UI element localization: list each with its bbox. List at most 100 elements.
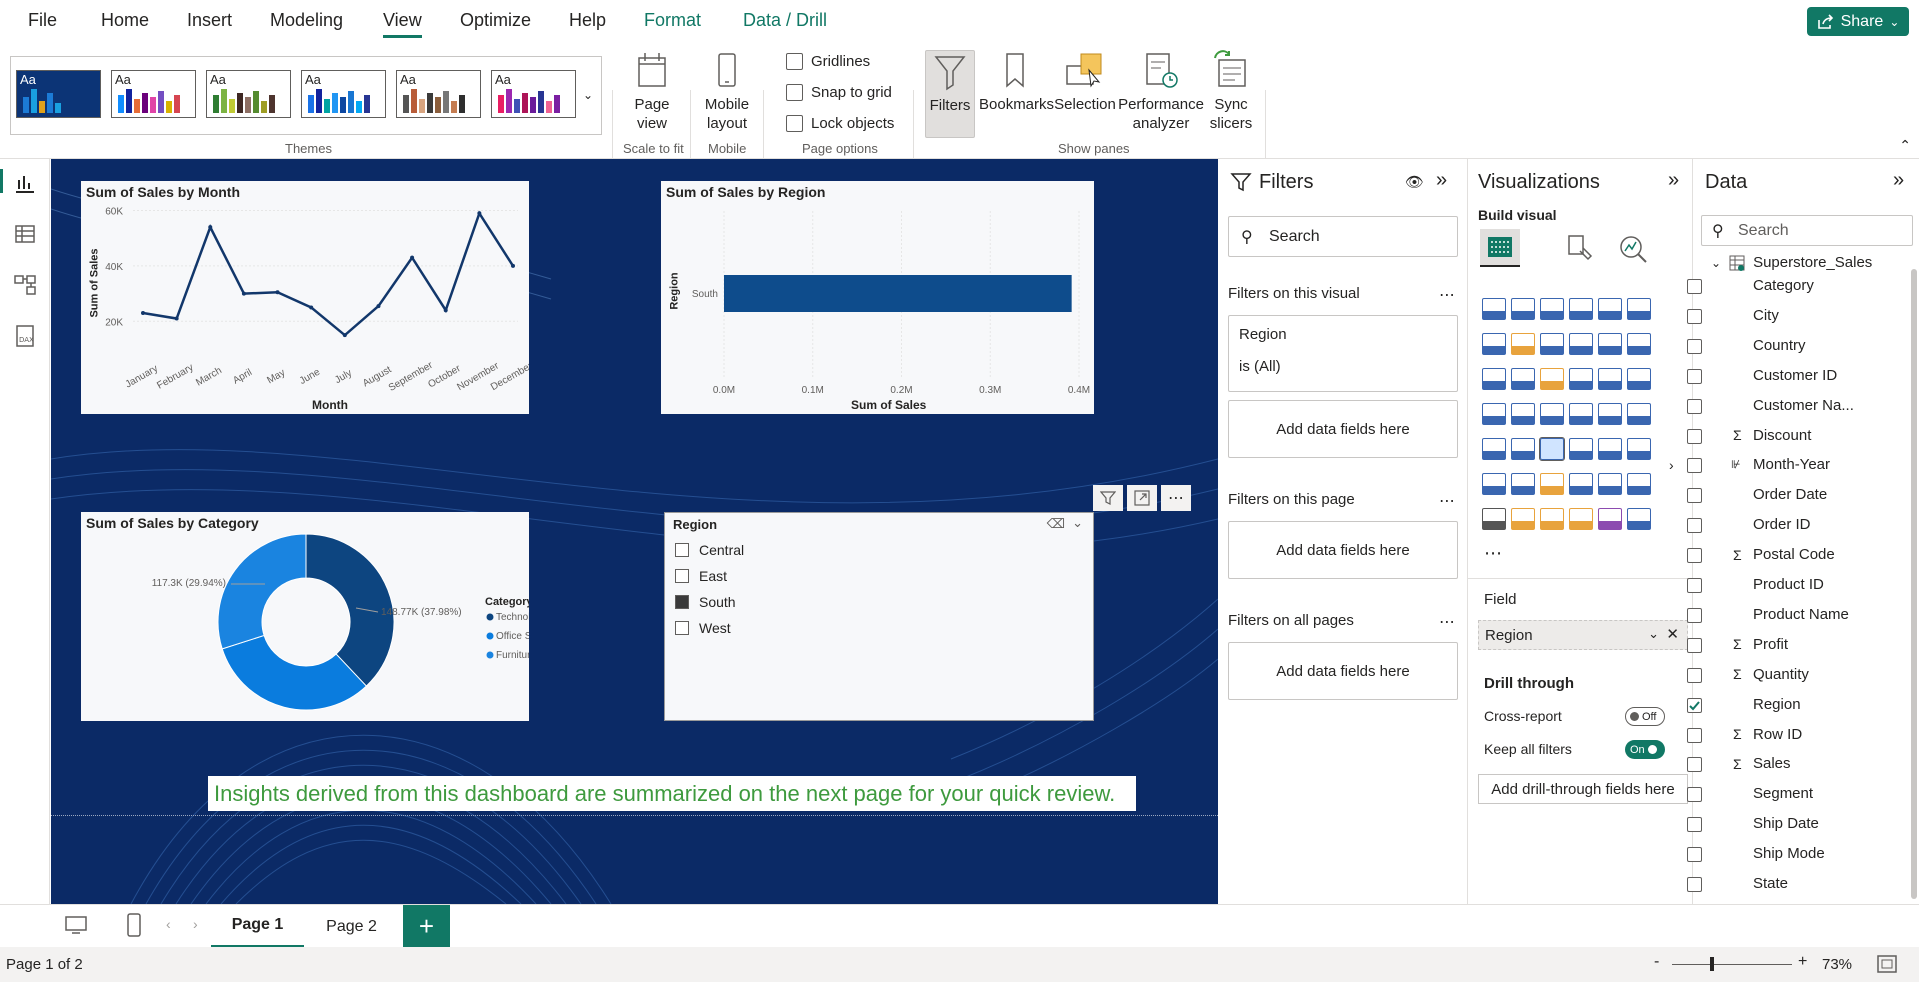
slicer-checkbox[interactable]: [675, 543, 689, 557]
region-slicer-visual[interactable]: Region ⌫ ⌄ Central East South West: [664, 512, 1094, 721]
visual-type-icon[interactable]: [1598, 298, 1622, 320]
zoom-slider-handle[interactable]: [1710, 957, 1714, 971]
data-search-input[interactable]: Search ⚲: [1701, 215, 1913, 246]
field-checkbox[interactable]: [1687, 637, 1702, 653]
field-checkbox[interactable]: [1687, 787, 1702, 803]
field-checkbox[interactable]: [1687, 817, 1702, 833]
field-checkbox[interactable]: [1687, 368, 1702, 384]
field-checkbox[interactable]: [1687, 578, 1702, 593]
more-options-icon[interactable]: ⋯: [1439, 285, 1455, 305]
model-view-icon[interactable]: [13, 273, 37, 297]
scrollbar[interactable]: [1911, 269, 1917, 899]
gridlines-option[interactable]: Gridlines: [786, 53, 870, 70]
page-tab-1[interactable]: Page 1: [211, 905, 304, 948]
line-point[interactable]: [208, 225, 213, 230]
visual-type-icon[interactable]: [1598, 333, 1622, 355]
field-item[interactable]: Σ Postal Code: [1687, 546, 1835, 564]
menu-help[interactable]: Help: [569, 10, 606, 31]
lock-checkbox[interactable]: [786, 115, 803, 132]
field-checkbox[interactable]: [1687, 847, 1702, 863]
legend-item[interactable]: Office Supplies: [496, 631, 529, 642]
menu-data-drill[interactable]: Data / Drill: [743, 10, 827, 31]
visual-type-icon[interactable]: [1511, 368, 1535, 390]
donut-slice-furniture[interactable]: [217, 533, 307, 650]
line-point[interactable]: [174, 316, 179, 321]
slicer-option[interactable]: East: [675, 563, 744, 589]
visual-type-icon[interactable]: [1569, 368, 1593, 390]
bar-chart-visual[interactable]: Sum of Sales by Region 0.0M 0.1M 0.2M 0.3M 0…: [661, 181, 1094, 414]
field-checkbox[interactable]: [1687, 338, 1702, 354]
collapse-pane-icon[interactable]: »: [1436, 169, 1447, 192]
line-point[interactable]: [410, 255, 415, 260]
legend-item[interactable]: Technology: [496, 612, 529, 623]
visual-type-icon[interactable]: [1511, 508, 1535, 530]
field-item[interactable]: Region: [1687, 696, 1801, 713]
menu-optimize[interactable]: Optimize: [460, 10, 531, 31]
menu-modeling[interactable]: Modeling: [270, 10, 343, 31]
line-point[interactable]: [511, 263, 515, 268]
field-item[interactable]: Segment: [1687, 785, 1813, 803]
add-fields-page-dropzone[interactable]: Add data fields here: [1228, 521, 1458, 579]
field-item[interactable]: Σ Quantity: [1687, 666, 1809, 683]
visual-type-icon[interactable]: [1569, 438, 1593, 460]
remove-field-icon[interactable]: ✕: [1666, 625, 1679, 643]
visual-type-icon[interactable]: [1569, 508, 1593, 530]
mobile-layout-button[interactable]: Mobile layout: [699, 52, 755, 133]
field-item[interactable]: City: [1687, 307, 1779, 324]
line-point[interactable]: [141, 311, 145, 315]
page-view-button[interactable]: Page view: [624, 52, 680, 133]
field-checkbox[interactable]: [1687, 428, 1702, 444]
collapse-ribbon-icon[interactable]: ⌃: [1899, 137, 1911, 154]
menu-insert[interactable]: Insert: [187, 10, 232, 31]
performance-analyzer-button[interactable]: Performance analyzer: [1117, 52, 1205, 133]
selection-pane-button[interactable]: Selection: [1053, 52, 1117, 114]
bookmarks-pane-button[interactable]: Bookmarks: [979, 52, 1054, 114]
field-checkbox[interactable]: [1687, 308, 1702, 324]
visual-type-icon[interactable]: [1540, 473, 1564, 495]
snap-checkbox[interactable]: [786, 84, 803, 101]
field-checkbox[interactable]: [1687, 279, 1702, 294]
zoom-slider[interactable]: [1672, 964, 1792, 965]
field-checkbox[interactable]: [1687, 488, 1702, 504]
visual-type-icon[interactable]: [1598, 438, 1622, 460]
visual-type-icon[interactable]: [1627, 298, 1651, 320]
next-page-icon[interactable]: ›: [193, 916, 198, 932]
visual-type-icon[interactable]: [1627, 508, 1651, 530]
more-options-icon[interactable]: ⋯: [1161, 485, 1191, 511]
field-item[interactable]: Product Name: [1687, 606, 1849, 623]
report-view-icon[interactable]: [13, 171, 37, 195]
filters-search-input[interactable]: Search ⚲: [1228, 216, 1458, 257]
field-checkbox[interactable]: [1687, 727, 1702, 743]
field-item[interactable]: Ship Mode: [1687, 845, 1825, 863]
visual-type-icon[interactable]: [1540, 403, 1564, 425]
visual-type-icon[interactable]: [1569, 298, 1593, 320]
bar-south[interactable]: [724, 275, 1072, 312]
menu-home[interactable]: Home: [101, 10, 149, 31]
line-point[interactable]: [477, 211, 482, 216]
theme-thumb-5[interactable]: Aa: [396, 70, 481, 118]
more-visuals-icon[interactable]: ⋯: [1484, 543, 1502, 564]
field-item[interactable]: Order Date: [1687, 486, 1827, 504]
more-options-icon[interactable]: ⋯: [1439, 612, 1455, 632]
visual-type-icon[interactable]: [1511, 403, 1535, 425]
visual-type-icon[interactable]: [1598, 403, 1622, 425]
table-view-icon[interactable]: [13, 222, 37, 246]
add-fields-visual-dropzone[interactable]: Add data fields here: [1228, 400, 1458, 458]
analytics-magnifier-icon[interactable]: [1618, 234, 1650, 264]
field-item[interactable]: › ⊮ Month-Year: [1669, 456, 1830, 474]
chevron-down-icon[interactable]: ⌄: [1648, 626, 1659, 642]
more-options-icon[interactable]: ⋯: [1439, 491, 1455, 511]
lock-option[interactable]: Lock objects: [786, 115, 894, 132]
visual-type-icon[interactable]: [1482, 298, 1506, 320]
visual-type-icon[interactable]: [1627, 368, 1651, 390]
mobile-layout-icon[interactable]: [125, 913, 143, 937]
visual-type-icon[interactable]: [1511, 298, 1535, 320]
field-item[interactable]: Product ID: [1687, 576, 1824, 593]
field-checkbox[interactable]: [1687, 548, 1702, 564]
line-point[interactable]: [342, 333, 347, 338]
insight-text-box[interactable]: Insights derived from this dashboard are…: [208, 776, 1136, 811]
add-fields-all-pages-dropzone[interactable]: Add data fields here: [1228, 642, 1458, 700]
focus-mode-icon[interactable]: [1127, 485, 1157, 511]
field-checkbox[interactable]: [1687, 667, 1702, 683]
visual-type-icon[interactable]: [1540, 298, 1564, 320]
